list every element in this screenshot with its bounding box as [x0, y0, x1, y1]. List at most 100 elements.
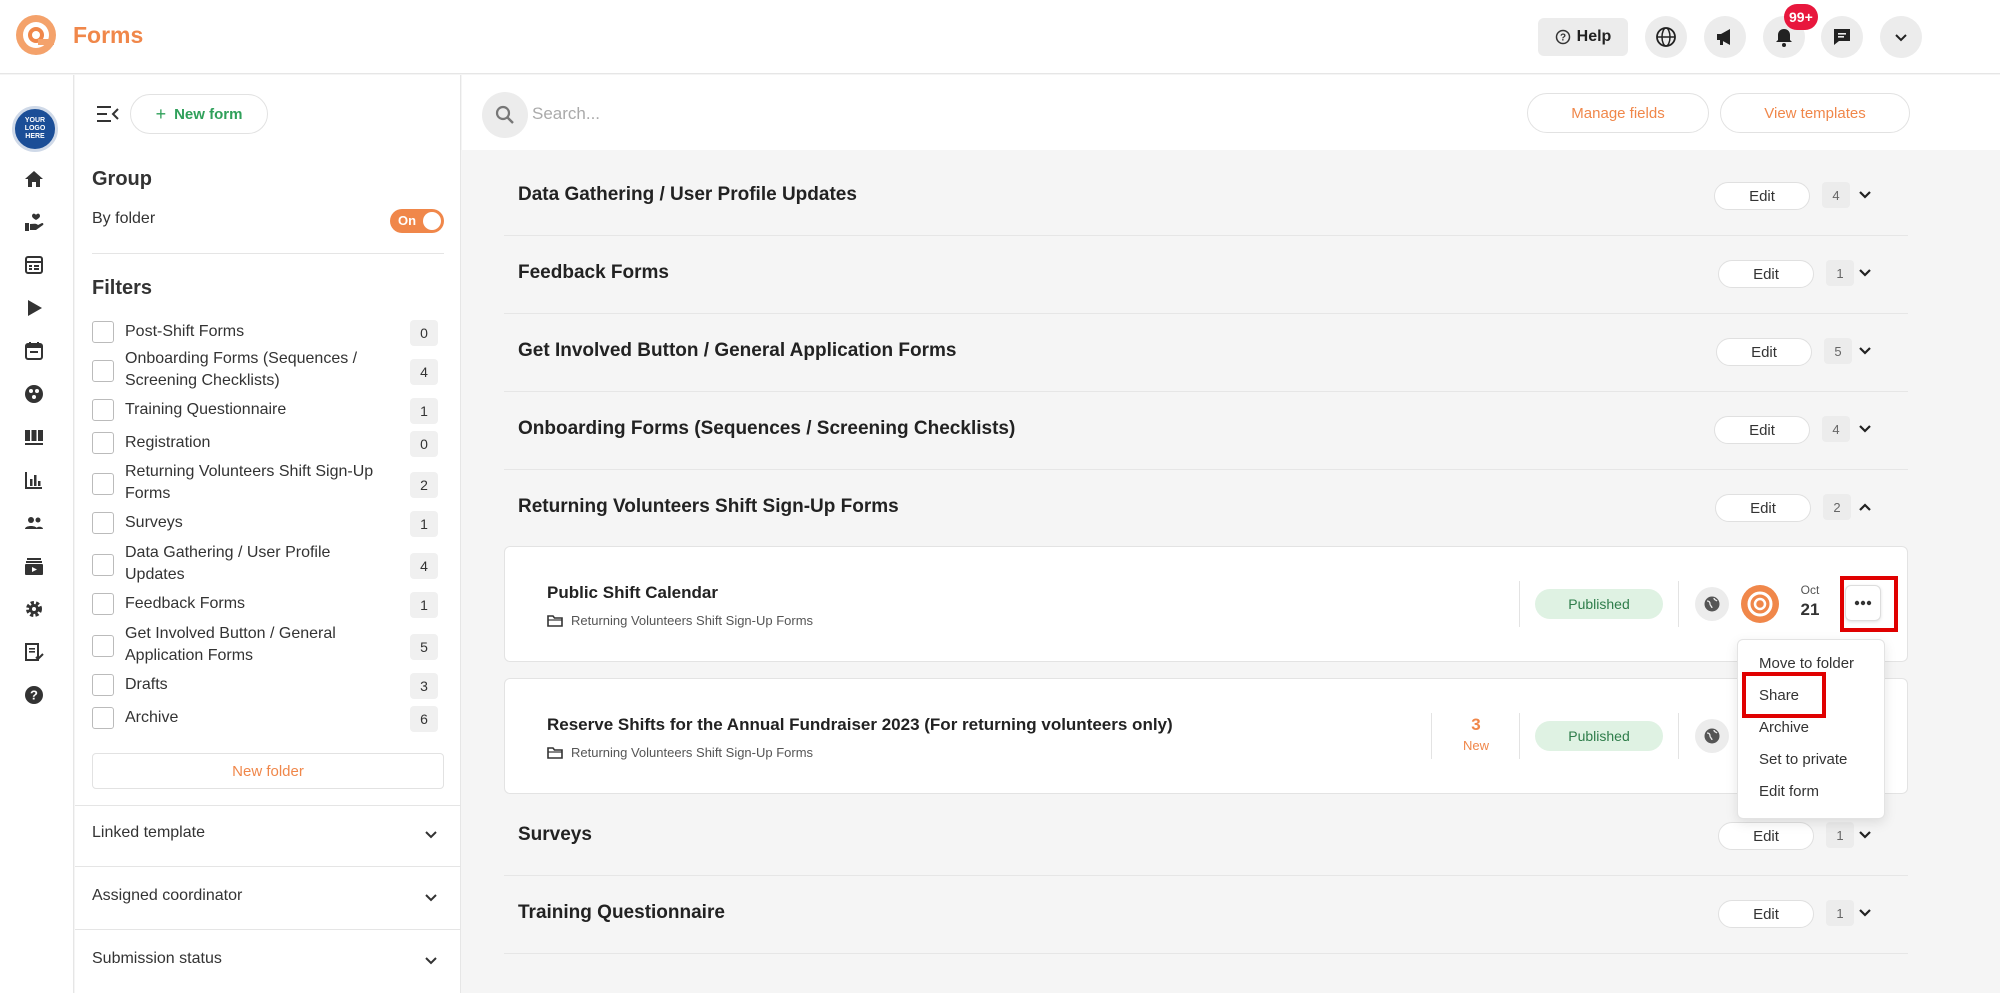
folder-title: Surveys	[518, 824, 592, 845]
filter-count: 0	[410, 320, 438, 346]
schedule-icon[interactable]	[22, 253, 46, 277]
search-input[interactable]	[532, 99, 1132, 129]
new-submissions-count[interactable]: 3 New	[1456, 715, 1496, 753]
board-icon[interactable]	[22, 425, 46, 449]
form-title[interactable]: Public Shift Calendar	[547, 583, 718, 603]
home-icon[interactable]	[22, 167, 46, 191]
view-templates-button[interactable]: View templates	[1720, 93, 1910, 133]
filter-checkbox[interactable]	[92, 321, 114, 343]
edit-folder-button[interactable]: Edit	[1718, 260, 1814, 288]
filter-item[interactable]: Registration 0	[92, 429, 444, 457]
language-button[interactable]	[1645, 16, 1687, 58]
search-button[interactable]	[482, 92, 528, 138]
app-logo-icon[interactable]	[14, 13, 58, 57]
filter-item[interactable]: Onboarding Forms (Sequences / Screening …	[92, 348, 444, 394]
filter-checkbox[interactable]	[92, 512, 114, 534]
edit-folder-button[interactable]: Edit	[1718, 900, 1814, 928]
people-icon[interactable]	[22, 511, 46, 535]
filter-checkbox[interactable]	[92, 674, 114, 696]
filter-checkbox[interactable]	[92, 593, 114, 615]
media-library-icon[interactable]	[22, 554, 46, 578]
filter-checkbox[interactable]	[92, 432, 114, 454]
menu-item-edit-form[interactable]: Edit form	[1759, 783, 1819, 800]
volunteer-hand-icon[interactable]	[22, 210, 46, 234]
form-title[interactable]: Reserve Shifts for the Annual Fundraiser…	[547, 715, 1173, 735]
folder-count: 1	[1826, 900, 1854, 926]
help-button[interactable]: ? Help	[1538, 18, 1628, 56]
edit-folder-button[interactable]: Edit	[1718, 822, 1814, 850]
public-visibility-button[interactable]	[1695, 587, 1729, 621]
edit-folder-button[interactable]: Edit	[1714, 182, 1810, 210]
filter-item[interactable]: Get Involved Button / General Applicatio…	[92, 623, 444, 669]
organization-logo[interactable]: YOUR LOGO HERE	[12, 106, 58, 152]
chevron-down-icon[interactable]	[1858, 266, 1872, 280]
play-icon[interactable]	[22, 296, 46, 320]
collapse-sidebar-icon[interactable]	[97, 105, 119, 123]
edit-folder-button[interactable]: Edit	[1715, 494, 1811, 522]
app-title: Forms	[73, 22, 144, 48]
filter-checkbox[interactable]	[92, 554, 114, 576]
filter-label: Surveys	[125, 514, 183, 531]
filter-item[interactable]: Feedback Forms 1	[92, 590, 444, 618]
filter-checkbox[interactable]	[92, 473, 114, 495]
main-toolbar: Manage fields View templates	[462, 75, 2000, 150]
new-folder-button[interactable]: New folder	[92, 753, 444, 789]
menu-item-set-to-private[interactable]: Set to private	[1759, 751, 1847, 768]
chevron-up-icon[interactable]	[1858, 500, 1872, 514]
assigned-coordinator-section[interactable]: Assigned coordinator	[92, 887, 444, 913]
menu-item-archive[interactable]: Archive	[1759, 719, 1809, 736]
form-card[interactable]: Reserve Shifts for the Annual Fundraiser…	[504, 678, 1908, 794]
folder-count: 5	[1824, 338, 1852, 364]
filter-checkbox[interactable]	[92, 635, 114, 657]
creator-avatar-icon[interactable]	[1741, 585, 1779, 623]
community-icon[interactable]	[22, 382, 46, 406]
divider	[1519, 713, 1520, 759]
public-visibility-button[interactable]	[1695, 719, 1729, 753]
divider	[1678, 713, 1679, 759]
menu-item-share[interactable]: Share	[1759, 687, 1799, 704]
filter-label: Registration	[125, 434, 211, 451]
filter-item[interactable]: Archive 6	[92, 704, 444, 732]
edit-folder-button[interactable]: Edit	[1714, 416, 1810, 444]
filter-item[interactable]: Data Gathering / User Profile Updates 4	[92, 542, 444, 588]
manage-fields-button[interactable]: Manage fields	[1527, 93, 1709, 133]
edit-folder-button[interactable]: Edit	[1716, 338, 1812, 366]
filter-checkbox[interactable]	[92, 707, 114, 729]
more-options-button[interactable]	[1845, 585, 1881, 621]
by-folder-toggle[interactable]: On	[390, 209, 444, 233]
divider	[1519, 581, 1520, 627]
filter-checkbox[interactable]	[92, 360, 114, 382]
announcements-button[interactable]	[1704, 16, 1746, 58]
filter-item[interactable]: Post-Shift Forms 0	[92, 318, 444, 346]
submission-status-section[interactable]: Submission status	[92, 950, 444, 976]
help-question-icon[interactable]: ?	[22, 683, 46, 707]
folder-count: 4	[1822, 182, 1850, 208]
settings-gear-icon[interactable]	[22, 597, 46, 621]
chevron-down-icon[interactable]	[1858, 422, 1872, 436]
toggle-knob	[423, 212, 441, 230]
chevron-down-icon[interactable]	[1858, 344, 1872, 358]
messages-button[interactable]	[1821, 16, 1863, 58]
filter-item[interactable]: Returning Volunteers Shift Sign-Up Forms…	[92, 461, 444, 507]
ellipsis-icon	[1854, 600, 1872, 606]
profile-menu-button[interactable]	[1880, 16, 1922, 58]
filter-item[interactable]: Drafts 3	[92, 671, 444, 699]
new-form-button[interactable]: + New form	[130, 94, 268, 134]
linked-template-section[interactable]: Linked template	[92, 824, 444, 850]
chevron-down-icon[interactable]	[1858, 828, 1872, 842]
calendar-icon[interactable]	[22, 339, 46, 363]
svg-text:?: ?	[1560, 33, 1566, 44]
filter-checkbox[interactable]	[92, 399, 114, 421]
filter-label: Get Involved Button / General Applicatio…	[125, 625, 336, 664]
chat-icon	[1834, 29, 1850, 45]
filter-item[interactable]: Training Questionnaire 1	[92, 396, 444, 424]
chevron-down-icon[interactable]	[1858, 906, 1872, 920]
filter-item[interactable]: Surveys 1	[92, 509, 444, 537]
reports-chart-icon[interactable]	[22, 468, 46, 492]
forms-checklist-icon[interactable]	[22, 640, 46, 664]
chevron-down-icon[interactable]	[1858, 188, 1872, 202]
filter-label: Training Questionnaire	[125, 401, 287, 418]
toggle-label: On	[398, 213, 417, 228]
form-card[interactable]: Public Shift Calendar Returning Voluntee…	[504, 546, 1908, 662]
menu-item-move-to-folder[interactable]: Move to folder	[1759, 655, 1854, 672]
